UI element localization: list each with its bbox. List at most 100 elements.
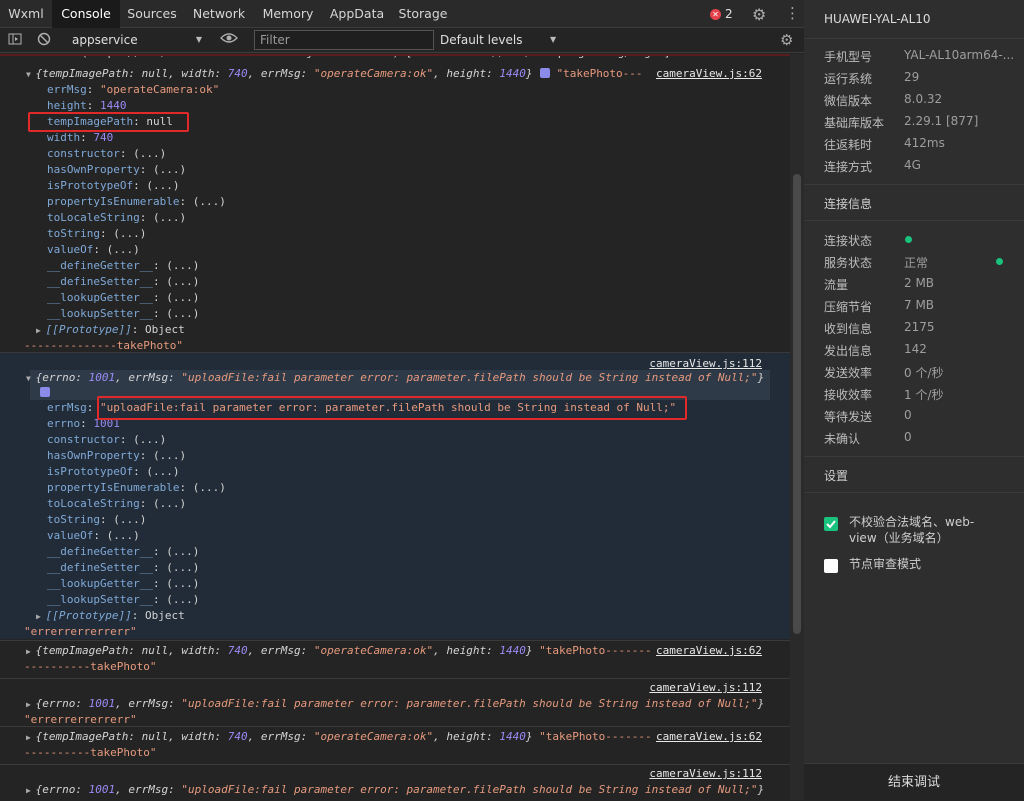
console-settings-gear-icon[interactable]: ⚙ [780,31,793,49]
prop-key: isPrototypeOf [47,179,134,192]
summary-token: height [446,67,487,80]
device-info-value: YAL-AL10arm64-... [904,48,1015,62]
tab-appdata[interactable]: AppData [322,0,392,28]
error-count-badge[interactable]: ✕ 2 [710,6,733,22]
connection-info-label: 服务状态 [824,256,873,270]
prop-colon: : [152,307,167,320]
checkbox-unchecked[interactable] [824,559,838,573]
tab-console[interactable]: Console [52,0,120,28]
prop-key: errMsg [47,401,87,414]
log-summary-row-collapsed: ▶ {errno: 1001, errMsg: "uploadFile:fail… [26,696,764,712]
log1-prop: valueOf: (...) [47,242,140,258]
tab-memory[interactable]: Memory [254,0,322,28]
source-link[interactable]: cameraView.js:62 [656,66,762,82]
scrollbar-thumb[interactable] [793,174,801,634]
prop-value: (...) [152,449,187,462]
summary-token: null [141,730,169,743]
summary-token: "uploadFile:fail parameter error: parame… [181,783,758,796]
log2-prop: __defineGetter__: (...) [47,544,199,560]
device-info-value: 8.0.32 [904,92,943,106]
settings-option-label[interactable]: 不校验合法域名、web-view（业务域名） [849,514,999,546]
summary-token: : [168,697,182,710]
summary-token: : [486,730,500,743]
log2-prop: __lookupGetter__: (...) [47,576,199,592]
prop-value: (...) [166,561,200,574]
summary-token: } [757,697,765,710]
source-link[interactable]: cameraView.js:62 [656,643,762,659]
log1-prop: errMsg: "operateCamera:ok" [47,82,219,98]
log-summary-row-collapsed: ▶ {tempImagePath: null, width: 740, errM… [26,729,652,745]
summary-token: errMsg [260,730,301,743]
prop-colon: : [93,243,107,256]
tab-wxml[interactable]: Wxml [0,0,52,28]
summary-token: "uploadFile:fail parameter error: parame… [181,371,758,384]
info-badge-icon [40,387,50,397]
summary-token: : [128,730,142,743]
tab-network[interactable]: Network [184,0,254,28]
panel-separator [804,456,1024,457]
prop-value: (...) [146,465,180,478]
source-link[interactable]: cameraView.js:112 [649,766,762,782]
prop-key: valueOf [47,529,94,542]
prototype-value: Object [144,323,185,336]
prop-colon: : [86,99,100,112]
more-options-icon[interactable]: ⋮ [785,4,800,22]
connection-info-label: 发送效率 [824,366,873,380]
connection-info-value: 2 MB [904,276,935,290]
summary-token: } [757,371,765,384]
context-select[interactable]: appservice ▼ [64,30,216,50]
prop-colon: : [152,577,167,590]
prop-key: isPrototypeOf [47,465,134,478]
log1-prop: __lookupSetter__: (...) [47,306,199,322]
summary-token: : [486,644,500,657]
device-info-label: 运行系统 [824,72,873,86]
summary-token: 1001 [88,783,116,796]
prop-colon: : [152,259,167,272]
prop-key: toString [47,513,100,526]
settings-option-label[interactable]: 节点审查模式 [849,556,999,572]
tab-storage[interactable]: Storage [392,0,454,28]
error-count: 2 [725,7,733,21]
expand-triangle-icon: ▶ [26,733,36,742]
filter-input[interactable]: Filter [254,30,434,50]
checkbox-checked[interactable] [824,517,838,531]
device-info-value: 412ms [904,136,945,150]
prototype-key: [[Prototype]] [45,323,132,336]
tab-sources[interactable]: Sources [120,0,184,28]
log1-prop: __lookupGetter__: (...) [47,290,199,306]
prop-key: hasOwnProperty [47,449,140,462]
live-expression-eye-icon[interactable] [220,30,238,50]
summary-token: 740 [227,730,248,743]
log-tail-text: "takePhoto--- [556,67,643,80]
info-badge-icon [540,68,551,78]
connection-info-value: 0 [904,408,912,422]
prop-key: __lookupSetter__ [47,307,153,320]
prop-colon: : [99,513,114,526]
prop-colon: : [93,529,107,542]
summary-token: tempImagePath [42,644,129,657]
highlight-box-tempImagePath [28,112,189,132]
devtools-panel: Wxml Console Sources Network Memory AppD… [0,0,804,800]
prop-value: (...) [106,243,140,256]
console-scrollbar[interactable] [790,54,804,800]
error-row-edge [0,54,790,56]
prototype-row: ▶ [[Prototype]]: Object [36,322,185,338]
summary-token: , [433,67,447,80]
device-info-label: 手机型号 [824,50,873,64]
levels-value: Default levels [440,33,523,47]
settings-gear-icon[interactable]: ⚙ [752,5,766,24]
source-link[interactable]: cameraView.js:112 [649,680,762,696]
device-info-label: 往返耗时 [824,138,873,152]
connection-info-label: 收到信息 [824,322,873,336]
source-link[interactable]: cameraView.js:62 [656,729,762,745]
end-debug-button[interactable]: 结束调试 [804,763,1024,800]
remote-debug-panel: HUAWEI-YAL-AL10 手机型号 YAL-AL10arm64-... 运行系… [804,0,1024,800]
log1-prop: __defineSetter__: (...) [47,274,199,290]
prop-colon: : [133,465,147,478]
clear-console-icon[interactable] [37,32,51,50]
prop-key: __lookupSetter__ [47,593,153,606]
log-levels-select[interactable]: Default levels ▼ [440,30,600,50]
summary-token: , [115,697,129,710]
sidebar-toggle-icon[interactable] [8,32,22,50]
connection-info-label: 流量 [824,278,849,292]
